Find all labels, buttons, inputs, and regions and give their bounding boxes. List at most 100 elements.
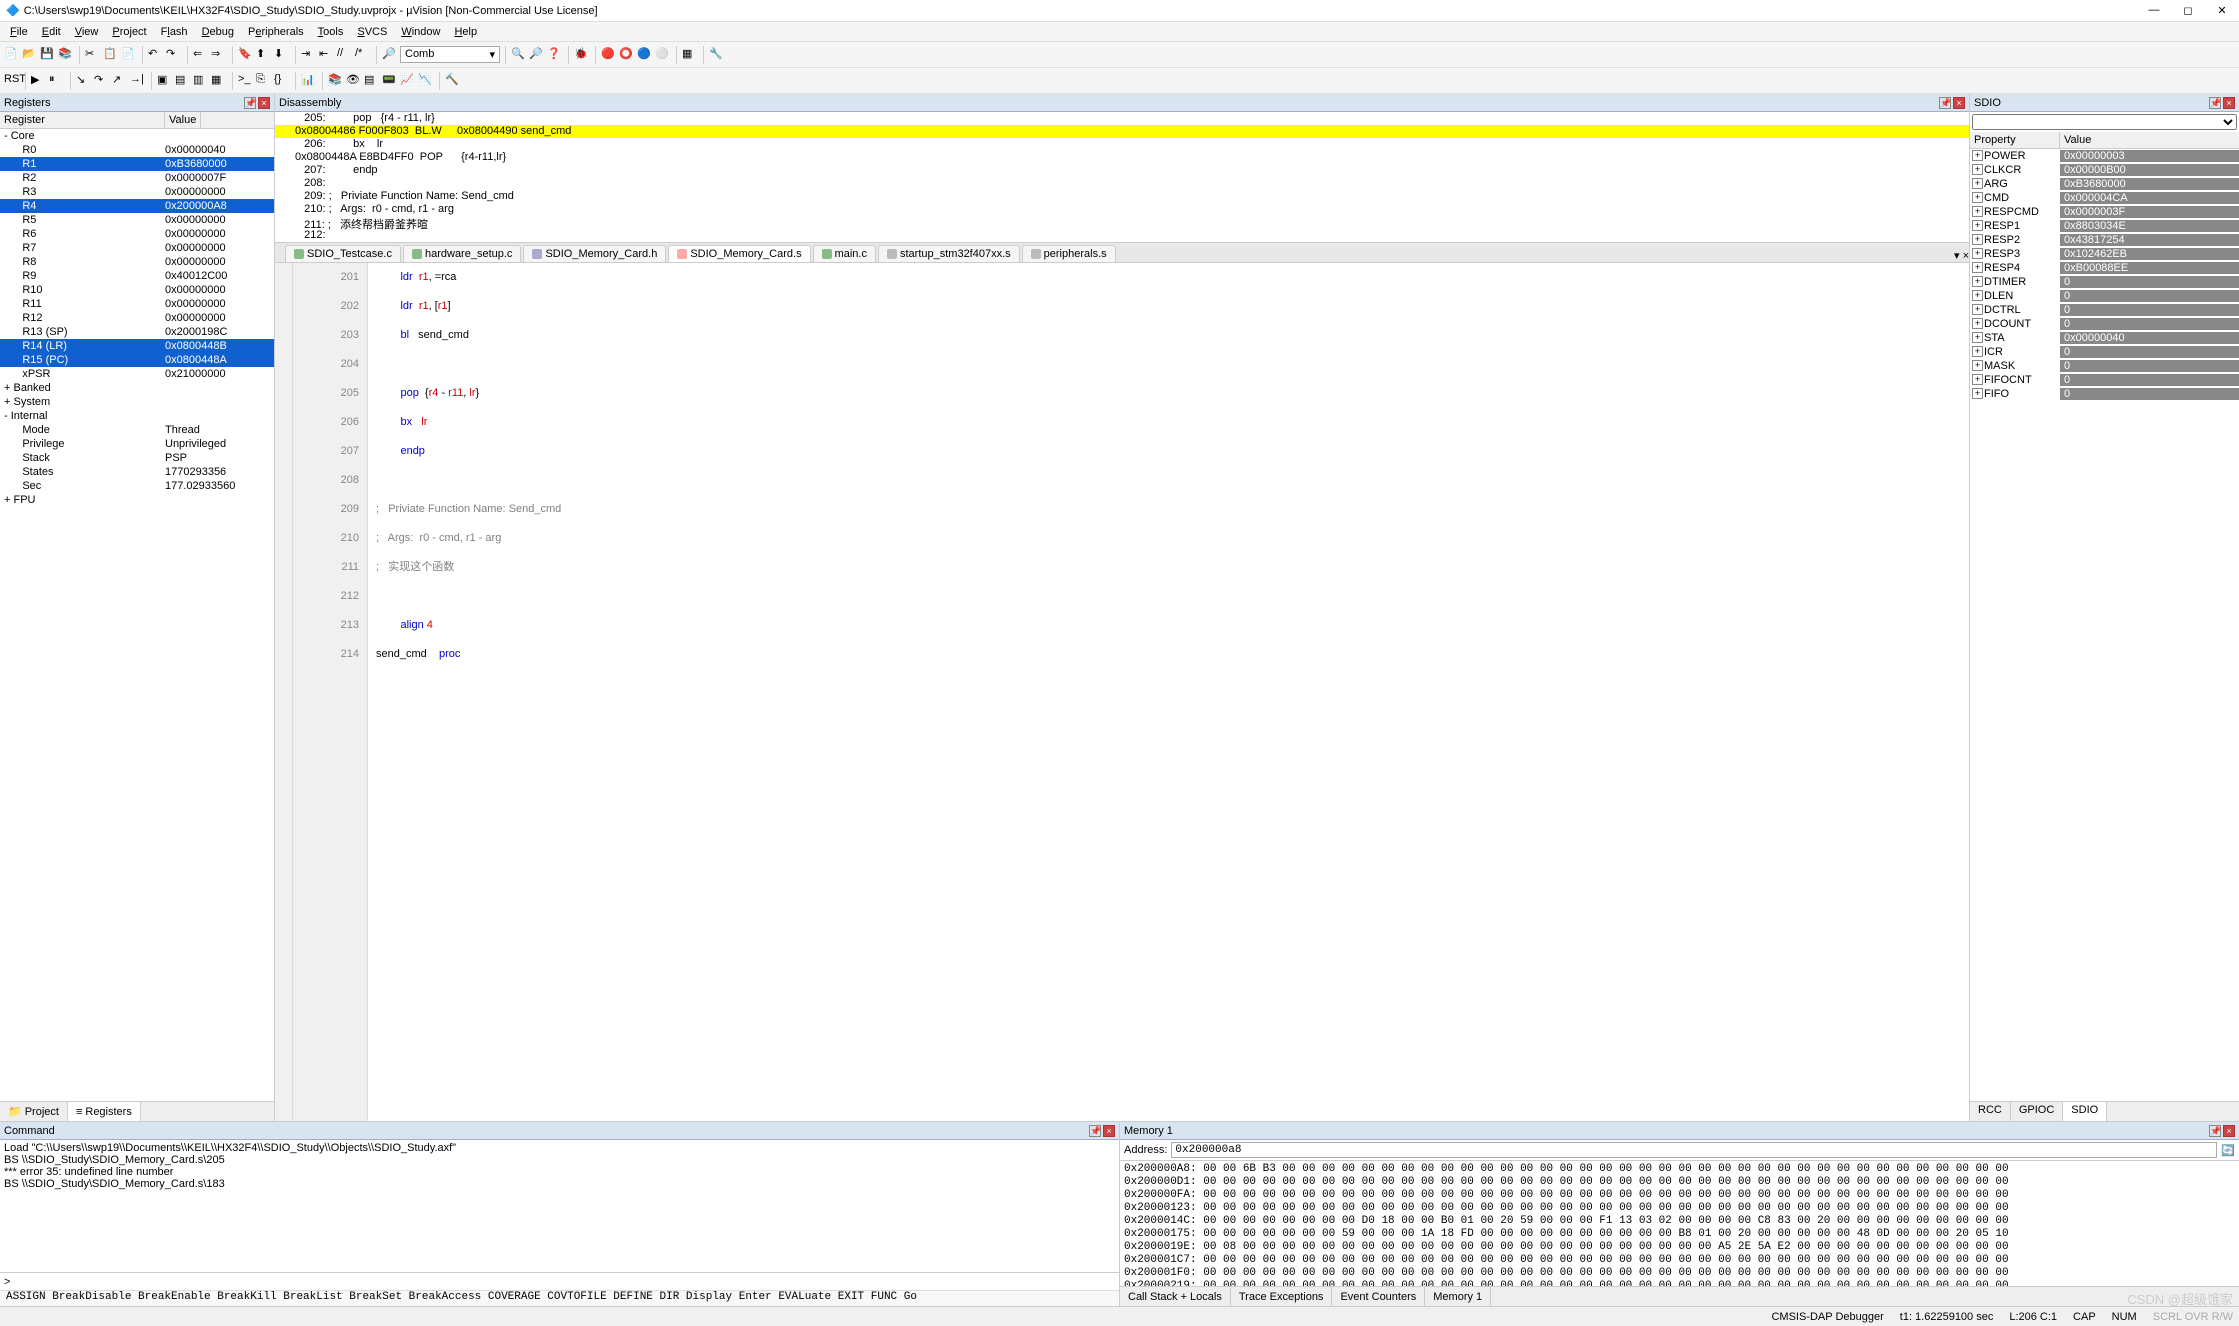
btab-Event-Counters[interactable]: Event Counters [1332, 1287, 1425, 1306]
reg-R11[interactable]: R110x00000000 [0, 297, 274, 311]
pin-icon[interactable]: 📌 [1939, 97, 1951, 109]
win4-icon[interactable]: ▦ [211, 73, 227, 89]
menu-file[interactable]: File [4, 24, 34, 40]
menu-project[interactable]: Project [106, 24, 152, 40]
prop-FIFOCNT[interactable]: FIFOCNT0 [1970, 373, 2239, 387]
menu-help[interactable]: Help [448, 24, 483, 40]
close-icon[interactable]: × [2223, 97, 2235, 109]
bookmark-next-icon[interactable]: ⬇ [274, 47, 290, 63]
code-line-204[interactable] [376, 350, 1969, 379]
menu-view[interactable]: View [69, 24, 105, 40]
addr-input[interactable] [1171, 1142, 2217, 1158]
close-icon[interactable]: × [1953, 97, 1965, 109]
reg-R2[interactable]: R20x0000007F [0, 171, 274, 185]
reg-R14LR[interactable]: R14 (LR)0x0800448B [0, 339, 274, 353]
reg-R5[interactable]: R50x00000000 [0, 213, 274, 227]
win3-icon[interactable]: ▥ [193, 73, 209, 89]
analyze-icon[interactable]: 📈 [400, 73, 416, 89]
trace-icon[interactable]: 📉 [418, 73, 434, 89]
tab-SDIO_Memory_Card.s[interactable]: SDIO_Memory_Card.s [668, 245, 810, 262]
stop-icon[interactable]: ⏸ [49, 73, 65, 89]
memory-dump[interactable]: 0x200000A8: 00 00 6B B3 00 00 00 00 00 0… [1120, 1161, 2239, 1286]
code-line-206[interactable]: bx lr [376, 408, 1969, 437]
prop-CMD[interactable]: CMD0x000004CA [1970, 191, 2239, 205]
config-icon[interactable]: 🔧 [709, 47, 725, 63]
prop-DLEN[interactable]: DLEN0 [1970, 289, 2239, 303]
stack-icon[interactable]: 📚 [328, 73, 344, 89]
bookmark-prev-icon[interactable]: ⬆ [256, 47, 272, 63]
mem-icon[interactable]: ▤ [364, 73, 380, 89]
bp-kill-icon[interactable]: ⚪ [655, 47, 671, 63]
stepout-icon[interactable]: ↗ [112, 73, 128, 89]
serial-icon[interactable]: 📟 [382, 73, 398, 89]
win-icon[interactable]: ▦ [682, 47, 698, 63]
reg-System[interactable]: + System [0, 395, 274, 409]
close-icon[interactable]: × [258, 97, 270, 109]
reg-Privilege[interactable]: PrivilegeUnprivileged [0, 437, 274, 451]
reg-tree[interactable]: - Core R00x00000040 R10xB3680000 R20x000… [0, 129, 274, 1101]
reg-Stack[interactable]: StackPSP [0, 451, 274, 465]
cmd-icon[interactable]: >_ [238, 73, 254, 89]
prop-RESP1[interactable]: RESP10x8803034E [1970, 219, 2239, 233]
comment-icon[interactable]: // [337, 47, 353, 63]
cut-icon[interactable]: ✂ [85, 47, 101, 63]
btab-Trace-Exceptions[interactable]: Trace Exceptions [1231, 1287, 1333, 1306]
menu-tools[interactable]: Tools [312, 24, 350, 40]
disasm-line[interactable]: 207: endp [275, 164, 1969, 177]
reg-R12[interactable]: R120x00000000 [0, 311, 274, 325]
disasm-line[interactable]: 208: [275, 177, 1969, 190]
reg-icon[interactable]: 📊 [301, 73, 317, 89]
open-icon[interactable]: 📂 [22, 47, 38, 63]
tab-registers[interactable]: ≡ Registers [68, 1102, 141, 1121]
saveall-icon[interactable]: 📚 [58, 47, 74, 63]
code-line-205[interactable]: pop {r4 - r11, lr} [376, 379, 1969, 408]
reg-xPSR[interactable]: xPSR0x21000000 [0, 367, 274, 381]
reg-R8[interactable]: R80x00000000 [0, 255, 274, 269]
mem-refresh-icon[interactable]: 🔄 [2221, 1144, 2235, 1157]
reg-R6[interactable]: R60x00000000 [0, 227, 274, 241]
code-line-207[interactable]: endp [376, 437, 1969, 466]
property-grid[interactable]: POWER0x00000003CLKCR0x00000B00ARG0xB3680… [1970, 149, 2239, 1101]
code-line-212[interactable] [376, 582, 1969, 611]
reg-R13SP[interactable]: R13 (SP)0x2000198C [0, 325, 274, 339]
tools-icon[interactable]: 🔨 [445, 73, 461, 89]
new-icon[interactable]: 📄 [4, 47, 20, 63]
disasm-line[interactable]: 211: ; 添终帮档爵釜荞暄 [275, 216, 1969, 229]
close-icon[interactable]: × [1103, 1125, 1115, 1137]
reg-R3[interactable]: R30x00000000 [0, 185, 274, 199]
maximize-button[interactable]: ◻ [2177, 4, 2199, 17]
menu-svcs[interactable]: SVCS [351, 24, 393, 40]
reg-States[interactable]: States1770293356 [0, 465, 274, 479]
tab-SDIO_Testcase.c[interactable]: SDIO_Testcase.c [285, 245, 401, 262]
outdent-icon[interactable]: ⇤ [319, 47, 335, 63]
periph-select[interactable] [1972, 114, 2237, 130]
find3-icon[interactable]: 🔎 [529, 47, 545, 63]
runto-icon[interactable]: →| [130, 73, 146, 89]
reg-R7[interactable]: R70x00000000 [0, 241, 274, 255]
menu-debug[interactable]: Debug [196, 24, 240, 40]
close-button[interactable]: ✕ [2211, 4, 2233, 17]
disasm-line[interactable]: 210: ; Args: r0 - cmd, r1 - arg [275, 203, 1969, 216]
indent-icon[interactable]: ⇥ [301, 47, 317, 63]
bp-enable-icon[interactable]: 🔵 [637, 47, 653, 63]
menu-peripherals[interactable]: Peripherals [242, 24, 310, 40]
pin-icon[interactable]: 📌 [244, 97, 256, 109]
reg-Sec[interactable]: Sec177.02933560 [0, 479, 274, 493]
redo-icon[interactable]: ↷ [166, 47, 182, 63]
prop-RESP3[interactable]: RESP30x102462EB [1970, 247, 2239, 261]
periph-tab-GPIOC[interactable]: GPIOC [2011, 1102, 2063, 1121]
code-line-209[interactable]: ; Priviate Function Name: Send_cmd [376, 495, 1969, 524]
reg-R1[interactable]: R10xB3680000 [0, 157, 274, 171]
breakpoint-margin[interactable] [275, 263, 293, 1121]
disasm-line[interactable]: 0x08004486 F000F803 BL.W 0x08004490 send… [275, 125, 1969, 138]
prop-ICR[interactable]: ICR0 [1970, 345, 2239, 359]
tab-SDIO_Memory_Card.h[interactable]: SDIO_Memory_Card.h [523, 245, 666, 262]
prop-FIFO[interactable]: FIFO0 [1970, 387, 2239, 401]
prop-CLKCR[interactable]: CLKCR0x00000B00 [1970, 163, 2239, 177]
bp-disable-icon[interactable]: ⭕ [619, 47, 635, 63]
save-icon[interactable]: 💾 [40, 47, 56, 63]
reg-Mode[interactable]: ModeThread [0, 423, 274, 437]
pin-icon[interactable]: 📌 [1089, 1125, 1101, 1137]
prop-MASK[interactable]: MASK0 [1970, 359, 2239, 373]
debug-icon[interactable]: 🐞 [574, 47, 590, 63]
